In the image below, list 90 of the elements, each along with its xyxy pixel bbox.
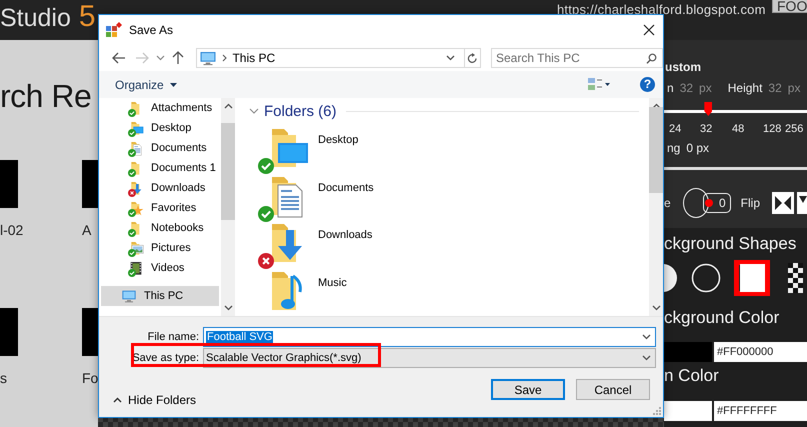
refresh-icon [466, 52, 478, 64]
folder-item[interactable]: Downloads [247, 219, 372, 266]
search-field[interactable]: Search This PC [490, 48, 663, 68]
dropdown-icon [446, 55, 455, 61]
slider-thumb[interactable] [704, 102, 712, 116]
field-label: Save as type: [131, 352, 200, 364]
size-tick: 48 [732, 123, 744, 135]
rotate-value-field[interactable]: 0 [702, 193, 731, 213]
tile-label: s [0, 370, 7, 386]
tile-label: Fo [82, 370, 98, 386]
nav-item[interactable]: Documents [101, 138, 219, 158]
computer-icon [121, 288, 137, 304]
color-value-field[interactable]: #FF000000 [714, 342, 807, 362]
scroll-down-icon [224, 305, 232, 311]
size-option-label: ustom [665, 60, 702, 76]
chevron-down-icon [156, 55, 166, 61]
width-value[interactable]: 32 [680, 81, 694, 95]
padding-label: ng [667, 141, 680, 155]
width-unit: px [699, 81, 712, 95]
file-name-field[interactable]: Football SVG [203, 326, 656, 346]
window-title: Save As [129, 23, 174, 37]
address-bar[interactable]: This PC [196, 48, 465, 68]
section-heading: ckground Color [664, 308, 780, 329]
height-unit: px [788, 81, 800, 95]
collapse-chevron-icon[interactable] [249, 108, 259, 114]
flip-label: Flip [740, 196, 760, 210]
file-type-dropdown[interactable]: Scalable Vector Graphics(*.svg) [203, 348, 656, 368]
folder-item[interactable]: Documents [247, 172, 374, 219]
nav-item[interactable]: Pictures [101, 238, 219, 258]
circle-outline-icon[interactable] [691, 263, 721, 293]
scroll-down-icon [652, 305, 660, 311]
scrollbar[interactable] [221, 98, 235, 316]
app-title: Studio [0, 4, 71, 33]
close-button[interactable] [643, 24, 655, 36]
dialog-button[interactable]: Save [491, 379, 565, 400]
padding-value: 0 px [686, 141, 710, 155]
folder-item[interactable]: Music [247, 266, 347, 314]
rotate-label: e [664, 196, 671, 210]
nav-item[interactable]: Desktop [101, 118, 219, 138]
nav-item[interactable]: Favorites [101, 198, 219, 218]
tile-label: A [82, 222, 92, 238]
field-label: File name: [146, 330, 200, 342]
folder-item[interactable]: Desktop [247, 124, 358, 172]
nav-item[interactable]: Notebooks [101, 218, 219, 238]
view-options-icon[interactable] [588, 78, 610, 92]
scroll-up-icon [224, 103, 232, 109]
hide-folders-button[interactable]: Hide Folders [99, 393, 196, 407]
section-heading: ckground Shapes [664, 234, 798, 255]
dialog-button[interactable]: Cancel [576, 379, 650, 400]
help-button[interactable]: ? [640, 77, 655, 92]
section-header[interactable]: Folders (6) [264, 102, 337, 120]
height-value[interactable]: 32 [768, 81, 782, 95]
dropdown-icon [642, 354, 651, 360]
chevron-right-icon [222, 54, 228, 62]
refresh-button[interactable] [464, 48, 481, 68]
size-tick: 32 [700, 123, 712, 135]
size-tick: 256 [785, 123, 804, 135]
page-heading: rch Re [0, 78, 92, 115]
app-icon [106, 22, 122, 38]
flip-horizontal-icon[interactable] [772, 192, 794, 214]
nav-item[interactable]: Downloads [101, 178, 219, 198]
nav-item[interactable]: Attachments [101, 98, 219, 118]
version-number: 5 [78, 0, 96, 34]
nav-item[interactable]: Videos [101, 258, 219, 278]
color-swatch[interactable] [664, 342, 712, 362]
height-label: Height [728, 81, 762, 95]
checker-pattern-icon[interactable] [788, 263, 802, 293]
flip-vertical-icon[interactable] [797, 192, 807, 214]
nav-item[interactable]: This PC [101, 286, 219, 306]
tile-thumbnail[interactable] [0, 160, 18, 208]
tile-thumbnail[interactable] [0, 308, 18, 356]
nav-item[interactable]: Documents 1 [101, 158, 219, 178]
chevron-up-icon [113, 397, 122, 403]
scroll-up-icon [652, 103, 660, 109]
section-heading: n Color [664, 366, 720, 387]
size-tick: 24 [669, 123, 682, 135]
color-swatch[interactable] [664, 401, 712, 421]
caret-icon [170, 82, 177, 86]
scrollbar[interactable] [649, 98, 663, 316]
width-label: n [667, 81, 674, 95]
color-value-field[interactable]: #FFFFFFFF [714, 401, 807, 421]
dropdown-icon [642, 334, 651, 340]
computer-icon [199, 49, 218, 67]
top-button[interactable]: FOO [772, 0, 807, 13]
organize-menu[interactable]: Organize [115, 78, 177, 92]
resize-grip-icon[interactable] [653, 407, 661, 415]
size-tick: 128 [763, 123, 782, 135]
blog-url: https://charleshalford.blogspot.com [557, 2, 766, 17]
tile-label: l-02 [0, 222, 24, 238]
search-icon [646, 53, 657, 64]
